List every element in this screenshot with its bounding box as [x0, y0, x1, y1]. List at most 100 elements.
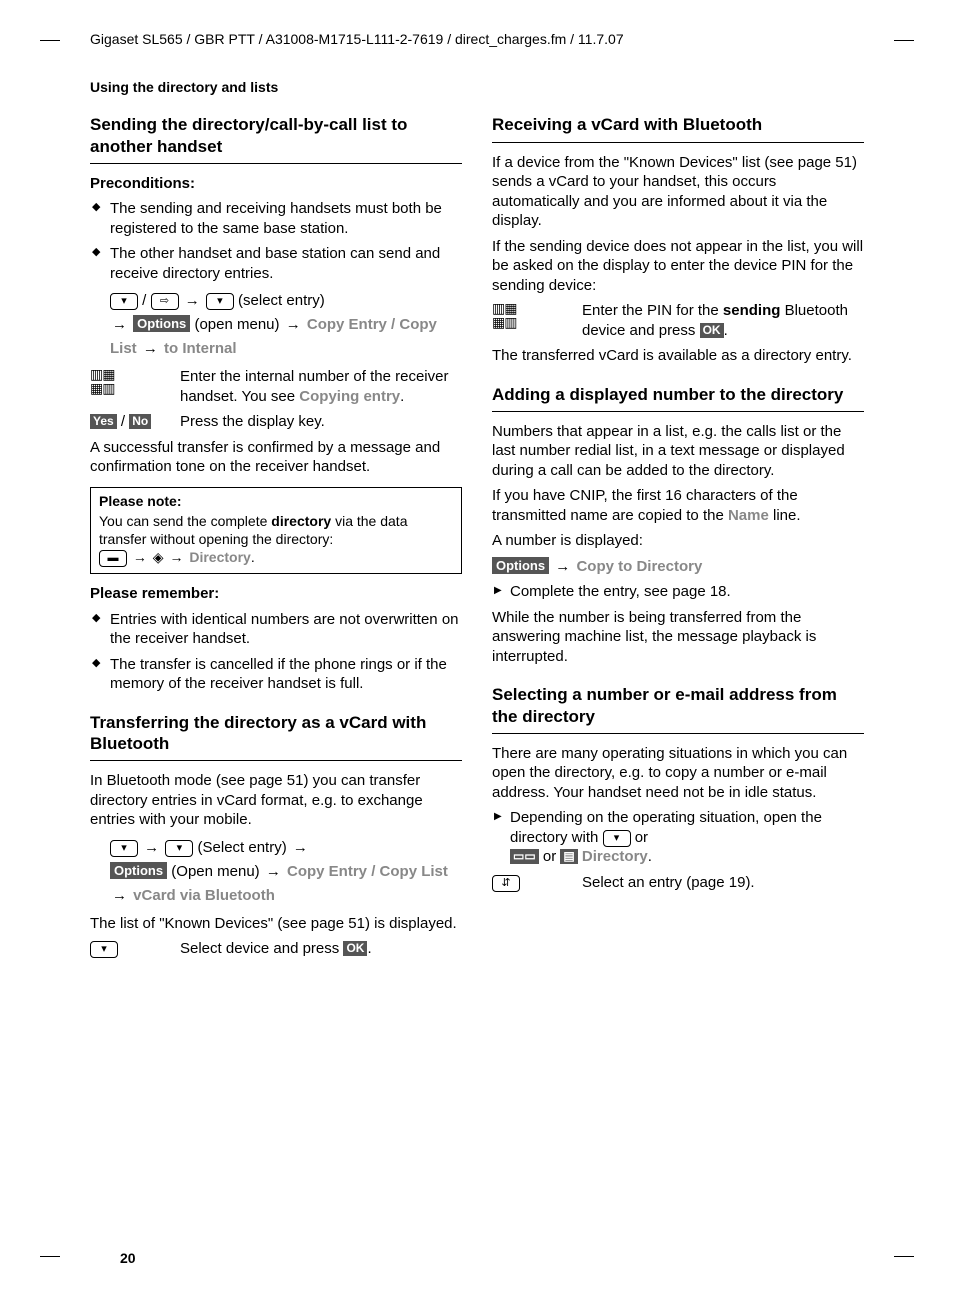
- heading-sending: Sending the directory/call-by-call list …: [90, 114, 462, 157]
- page-header: Gigaset SL565 / GBR PTT / A31008-M1715-L…: [60, 30, 894, 48]
- heading-add-number: Adding a displayed number to the directo…: [492, 384, 864, 405]
- definition-body: Enter the internal number of the receive…: [180, 367, 462, 406]
- copying-entry-label: Copying entry: [299, 388, 400, 405]
- remember-list: Entries with identical numbers are not o…: [90, 610, 462, 694]
- menu-to-internal: to Internal: [164, 340, 237, 357]
- action-item: Depending on the operating situation, op…: [492, 808, 864, 867]
- note-title: Please note:: [99, 492, 453, 510]
- paragraph: If you have CNIP, the first 16 character…: [492, 486, 864, 525]
- crop-mark: [40, 40, 60, 41]
- menu-copy-entry: Copy Entry: [287, 863, 367, 880]
- step-text: (Select entry): [198, 839, 287, 856]
- options-softkey: Options: [133, 315, 190, 332]
- definition-body: Press the display key.: [180, 412, 462, 432]
- heading-rule: Selecting a number or e-mail address fro…: [492, 684, 864, 734]
- paragraph: In Bluetooth mode (see page 51) you can …: [90, 771, 462, 830]
- definition-row: ▥▦▦▥ Enter the PIN for the sending Bluet…: [492, 301, 864, 340]
- arrow-icon: →: [293, 839, 308, 856]
- arrow-icon: →: [143, 340, 158, 357]
- list-item: The other handset and base station can s…: [90, 244, 462, 283]
- heading-rule: Adding a displayed number to the directo…: [492, 384, 864, 412]
- arrow-icon: →: [112, 316, 127, 333]
- menu-vcard-bluetooth: vCard via Bluetooth: [133, 887, 275, 904]
- paragraph: The transferred vCard is available as a …: [492, 346, 864, 366]
- menu-key-icon: ▬: [99, 550, 127, 567]
- menu-copy-directory: Copy to Directory: [576, 558, 702, 575]
- step-text: (Open menu): [171, 863, 259, 880]
- paragraph: If a device from the "Known Devices" lis…: [492, 153, 864, 231]
- procedure-steps: ▾ / ⇨ → ▾ (select entry) → Options (open…: [90, 289, 462, 361]
- procedure-steps: ▾ → ▾ (Select entry) → Options (Open men…: [90, 836, 462, 908]
- crop-mark: [894, 40, 914, 41]
- paragraph: A number is displayed:: [492, 531, 864, 551]
- name-field-label: Name: [728, 507, 769, 524]
- down-key-icon: ▾: [110, 840, 138, 857]
- heading-rule: Receiving a vCard with Bluetooth: [492, 114, 864, 142]
- heading-transfer-bluetooth: Transferring the directory as a vCard wi…: [90, 712, 462, 755]
- heading-receiving-vcard: Receiving a vCard with Bluetooth: [492, 114, 864, 135]
- heading-preconditions: Preconditions:: [90, 174, 462, 194]
- definition-body: Enter the PIN for the sending Bluetooth …: [582, 301, 864, 340]
- yes-softkey: Yes: [90, 414, 117, 429]
- no-softkey: No: [129, 414, 151, 429]
- menu-directory: Directory: [189, 549, 250, 565]
- paragraph: If the sending device does not appear in…: [492, 237, 864, 296]
- down-key-icon: ▾: [603, 830, 631, 847]
- options-softkey: Options: [492, 557, 549, 574]
- definition-row: ⇵ Select an entry (page 19).: [492, 873, 864, 893]
- preconditions-list: The sending and receiving handsets must …: [90, 199, 462, 283]
- arrow-icon: →: [133, 549, 147, 565]
- paragraph: A successful transfer is confirmed by a …: [90, 438, 462, 477]
- menu-copy-list: Copy List: [380, 863, 448, 880]
- heading-rule: Sending the directory/call-by-call list …: [90, 114, 462, 164]
- action-item: Complete the entry, see page 18.: [492, 582, 864, 602]
- paragraph: While the number is being transferred fr…: [492, 608, 864, 667]
- paragraph: There are many operating situations in w…: [492, 744, 864, 803]
- down-key-icon: ▾: [206, 293, 234, 310]
- note-box: Please note: You can send the complete d…: [90, 487, 462, 575]
- menu-directory: Directory: [582, 848, 648, 865]
- ok-softkey: OK: [343, 941, 367, 956]
- step-text: (open menu): [194, 316, 279, 333]
- heading-select-number: Selecting a number or e-mail address fro…: [492, 684, 864, 727]
- book-icon: ▭▭: [510, 849, 539, 864]
- definition-row: Yes / No Press the display key.: [90, 412, 462, 432]
- yes-no-keys: Yes / No: [90, 412, 180, 432]
- arrow-icon: →: [112, 887, 127, 904]
- separator: /: [142, 292, 150, 309]
- paragraph: Numbers that appear in a list, e.g. the …: [492, 422, 864, 481]
- procedure-steps: Options → Copy to Directory: [492, 557, 864, 577]
- list-item: The sending and receiving handsets must …: [90, 199, 462, 238]
- down-key-icon: ▾: [165, 840, 193, 857]
- paragraph: The list of "Known Devices" (see page 51…: [90, 914, 462, 934]
- definition-body: Select an entry (page 19).: [582, 873, 864, 893]
- arrow-icon: →: [185, 292, 200, 309]
- nav-diamond-icon: ◈: [153, 549, 164, 565]
- list-item: The transfer is cancelled if the phone r…: [90, 655, 462, 694]
- definition-row: ▥▦▦▥ Enter the internal number of the re…: [90, 367, 462, 406]
- menu-copy-entry: Copy Entry: [307, 316, 387, 333]
- separator: /: [371, 863, 379, 880]
- right-column: Receiving a vCard with Bluetooth If a de…: [492, 114, 864, 965]
- arrow-icon: →: [286, 316, 301, 333]
- list-item: Entries with identical numbers are not o…: [90, 610, 462, 649]
- updown-key-icon: ⇵: [492, 873, 582, 893]
- down-key-icon: ▾: [90, 939, 180, 959]
- down-key-icon: ▾: [110, 293, 138, 310]
- arrow-icon: →: [266, 863, 281, 880]
- keypad-icon: ▥▦▦▥: [492, 301, 582, 333]
- crop-mark: [40, 1256, 60, 1257]
- content-columns: Sending the directory/call-by-call list …: [60, 114, 894, 965]
- page-number: 20: [120, 1249, 136, 1267]
- options-softkey: Options: [110, 862, 167, 879]
- ok-softkey: OK: [700, 323, 724, 338]
- keypad-icon: ▥▦▦▥: [90, 367, 180, 399]
- crop-mark: [894, 1256, 914, 1257]
- heading-remember: Please remember:: [90, 584, 462, 604]
- definition-row: ▾ Select device and press OK.: [90, 939, 462, 959]
- arrow-icon: →: [169, 549, 183, 565]
- definition-body: Select device and press OK.: [180, 939, 462, 959]
- arrow-icon: →: [555, 558, 570, 575]
- left-column: Sending the directory/call-by-call list …: [90, 114, 462, 965]
- note-body: You can send the complete directory via …: [99, 512, 453, 567]
